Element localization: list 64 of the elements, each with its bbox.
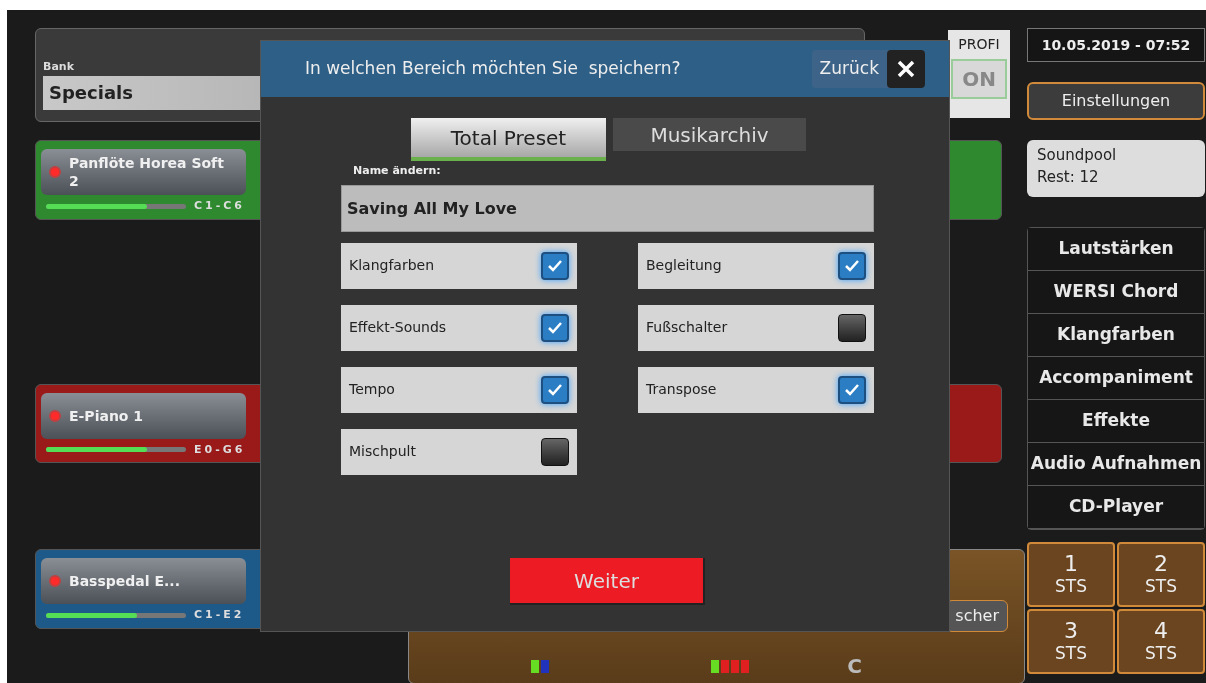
option-label: Effekt-Sounds: [349, 318, 447, 337]
option-row[interactable]: Fußschalter: [638, 304, 874, 351]
option-label: Mischpult: [349, 442, 416, 461]
check-icon: [844, 382, 860, 397]
checkbox[interactable]: [838, 375, 866, 404]
key-range: E0-G6: [194, 441, 246, 458]
option-row[interactable]: Mischpult: [341, 428, 577, 475]
check-icon: [547, 258, 563, 273]
sts-button[interactable]: 1 STS: [1027, 542, 1115, 607]
option-label: Transpose: [646, 380, 717, 399]
name-label: Name ändern:: [353, 163, 442, 179]
tab[interactable]: Total Preset: [411, 118, 606, 161]
settings-button[interactable]: Einstellungen: [1027, 82, 1205, 120]
voice-button[interactable]: Panflöte Horea Soft 2: [41, 149, 246, 195]
checkbox[interactable]: [838, 313, 866, 342]
voice-button[interactable]: E-Piano 1: [41, 392, 246, 439]
sts-button[interactable]: 2 STS: [1117, 542, 1205, 607]
option-label: Fußschalter: [646, 318, 728, 337]
key-range: C1-C6: [194, 198, 246, 214]
menu-item[interactable]: Lautstärken: [1028, 228, 1204, 271]
menu-item[interactable]: Audio Aufnahmen: [1028, 443, 1204, 486]
checkbox[interactable]: [541, 251, 569, 280]
bank-label: Bank: [43, 59, 74, 75]
checkbox[interactable]: [541, 437, 569, 466]
voice-name: Basspedal E...: [69, 572, 181, 590]
close-icon: [887, 50, 925, 88]
key-range: C1-E2: [194, 607, 245, 623]
voice-name: E-Piano 1: [69, 406, 145, 425]
menu-item[interactable]: WERSI Chord: [1028, 271, 1204, 314]
menu-item[interactable]: CD-Player: [1028, 486, 1204, 529]
voice-button[interactable]: Basspedal E...: [41, 558, 246, 604]
checkbox[interactable]: [541, 313, 569, 342]
name-field[interactable]: Saving All My Love: [341, 184, 874, 232]
check-icon: [547, 382, 563, 397]
check-icon: [547, 320, 563, 335]
option-row[interactable]: Begleitung: [638, 242, 874, 289]
date-time: 10.05.2019 - 07:52: [1027, 28, 1205, 62]
option-row[interactable]: Tempo: [341, 366, 577, 413]
back-button[interactable]: Zurück: [811, 50, 925, 88]
option-row[interactable]: Effekt-Sounds: [341, 304, 577, 351]
menu-item[interactable]: Effekte: [1028, 400, 1204, 443]
led-icon: [49, 166, 61, 178]
led-icon: [49, 575, 61, 587]
menu-item[interactable]: Klangfarben: [1028, 314, 1204, 357]
led-icon: [49, 409, 61, 422]
menu-item[interactable]: Accompaniment: [1028, 357, 1204, 400]
profi-label: PROFI: [958, 35, 1000, 54]
tab[interactable]: Musikarchiv: [613, 118, 806, 151]
checkbox[interactable]: [838, 251, 866, 280]
sts-button[interactable]: 3 STS: [1027, 609, 1115, 674]
option-label: Klangfarben: [349, 256, 435, 275]
checkbox[interactable]: [541, 375, 569, 404]
soundpool-info: Soundpool Rest: 12: [1027, 140, 1205, 197]
level-fill[interactable]: [46, 612, 137, 618]
option-label: Begleitung: [646, 256, 722, 275]
voice-name: Panflöte Horea Soft 2: [69, 154, 225, 190]
option-row[interactable]: Klangfarben: [341, 242, 577, 289]
harmony-text: C: [847, 656, 862, 676]
option-label: Tempo: [349, 380, 395, 399]
check-icon: [844, 258, 860, 273]
level-fill[interactable]: [46, 447, 147, 453]
sts-button[interactable]: 4 STS: [1117, 609, 1205, 674]
dialog-title: In welchen Bereich möchten Sie speichern?: [305, 57, 682, 81]
option-row[interactable]: Transpose: [638, 366, 874, 413]
